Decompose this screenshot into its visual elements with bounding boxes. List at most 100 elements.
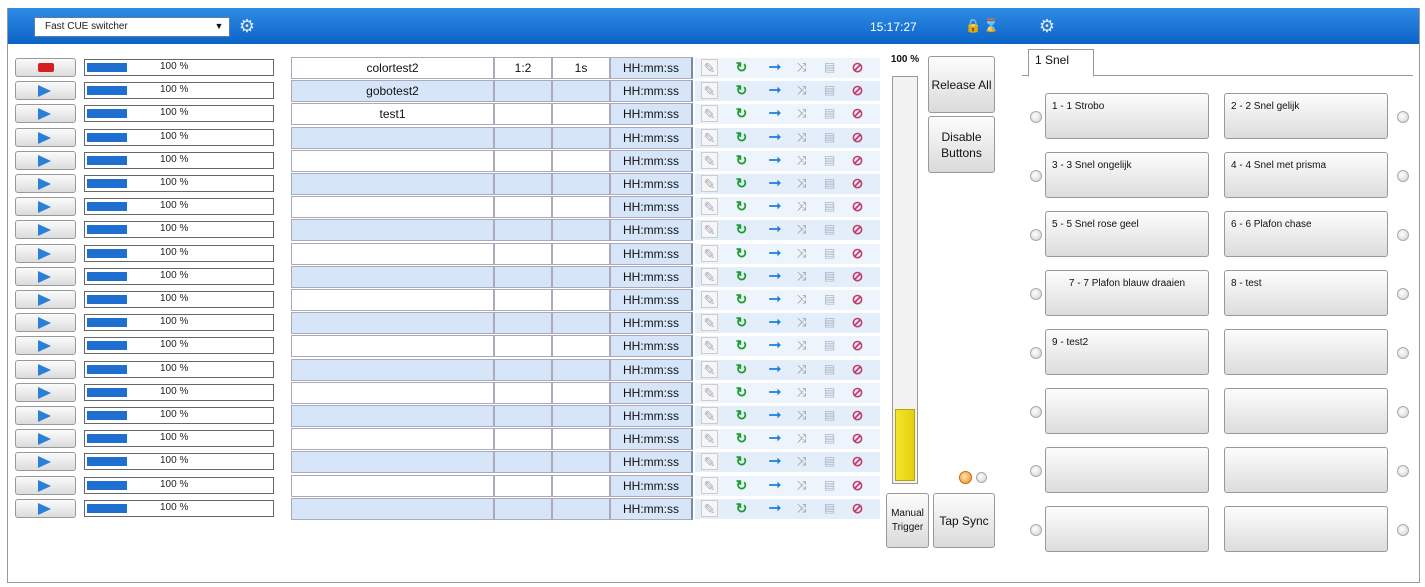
edit-note-icon[interactable]: ✎ <box>701 407 718 424</box>
shuffle-icon[interactable]: ⤨ <box>793 291 810 308</box>
cue-radio[interactable] <box>1030 347 1042 359</box>
document-icon[interactable]: ▤ <box>821 175 838 192</box>
document-icon[interactable]: ▤ <box>821 245 838 262</box>
cue-time-cell[interactable]: HH:mm:ss <box>610 149 693 172</box>
loop-icon[interactable]: ↻ <box>733 175 750 192</box>
play-button[interactable] <box>15 406 76 425</box>
cue-name-cell[interactable] <box>291 474 494 497</box>
cue-level-bar[interactable]: 100 % <box>84 430 274 448</box>
cue-radio[interactable] <box>1397 170 1409 182</box>
arrow-right-icon[interactable]: ➞ <box>759 361 791 378</box>
edit-note-icon[interactable]: ✎ <box>701 267 718 285</box>
cancel-icon[interactable]: ⊘ <box>849 361 866 378</box>
cue-ratio-cell[interactable] <box>494 474 552 497</box>
manual-trigger-button[interactable]: Manual Trigger <box>886 493 929 548</box>
document-icon[interactable]: ▤ <box>821 105 838 122</box>
cue-button[interactable] <box>1045 506 1209 552</box>
edit-note-icon[interactable]: ✎ <box>701 221 718 239</box>
document-icon[interactable]: ▤ <box>821 268 838 285</box>
cue-level-bar[interactable]: 100 % <box>84 453 274 471</box>
cue-button[interactable] <box>1224 388 1388 434</box>
cue-radio[interactable] <box>1397 406 1409 418</box>
shuffle-icon[interactable]: ⤨ <box>793 500 810 517</box>
cue-time-cell[interactable]: HH:mm:ss <box>610 428 693 451</box>
cue-time-cell[interactable]: HH:mm:ss <box>610 242 693 265</box>
arrow-right-icon[interactable]: ➞ <box>759 105 791 122</box>
cue-button[interactable]: 3 - 3 Snel ongelijk <box>1045 152 1209 198</box>
cue-level-bar[interactable]: 100 % <box>84 59 274 76</box>
play-button[interactable] <box>15 290 76 309</box>
cue-radio[interactable] <box>1030 524 1042 536</box>
shuffle-icon[interactable]: ⤨ <box>793 198 810 215</box>
cue-name-cell[interactable] <box>291 358 494 381</box>
play-button[interactable] <box>15 243 76 263</box>
cue-name-cell[interactable] <box>291 381 494 404</box>
cue-time-cell[interactable]: HH:mm:ss <box>610 219 693 242</box>
cue-time-cell[interactable]: HH:mm:ss <box>610 405 693 427</box>
edit-note-icon[interactable]: ✎ <box>701 82 718 100</box>
shuffle-icon[interactable]: ⤨ <box>793 314 810 331</box>
cue-time-cell[interactable]: HH:mm:ss <box>610 497 693 520</box>
play-button[interactable] <box>15 150 76 170</box>
tab-1-snel[interactable]: 1 Snel <box>1028 49 1094 77</box>
cue-fade-cell[interactable] <box>552 312 610 335</box>
cancel-icon[interactable]: ⊘ <box>849 291 866 308</box>
play-button[interactable] <box>15 127 76 147</box>
cue-fade-cell[interactable] <box>552 497 610 520</box>
play-button[interactable] <box>15 452 76 472</box>
play-button[interactable] <box>15 104 76 124</box>
shuffle-icon[interactable]: ⤨ <box>793 245 810 262</box>
cue-name-cell[interactable] <box>291 265 494 288</box>
edit-note-icon[interactable]: ✎ <box>701 453 718 471</box>
cue-radio[interactable] <box>1397 111 1409 123</box>
shuffle-icon[interactable]: ⤨ <box>793 59 810 76</box>
arrow-right-icon[interactable]: ➞ <box>759 268 791 285</box>
edit-note-icon[interactable]: ✎ <box>701 314 718 332</box>
edit-note-icon[interactable]: ✎ <box>701 476 718 494</box>
cue-radio[interactable] <box>1030 111 1042 123</box>
arrow-right-icon[interactable]: ➞ <box>759 500 791 517</box>
document-icon[interactable]: ▤ <box>821 477 838 494</box>
edit-note-icon[interactable]: ✎ <box>701 291 718 308</box>
cue-radio[interactable] <box>1030 288 1042 300</box>
cue-button[interactable]: 7 - 7 Plafon blauw draaien <box>1045 270 1209 316</box>
disable-buttons-button[interactable]: Disable Buttons <box>928 116 995 173</box>
edit-note-icon[interactable]: ✎ <box>701 151 718 169</box>
edit-note-icon[interactable]: ✎ <box>701 105 718 123</box>
document-icon[interactable]: ▤ <box>821 221 838 238</box>
cue-radio[interactable] <box>1397 229 1409 241</box>
arrow-right-icon[interactable]: ➞ <box>759 175 791 192</box>
cue-fade-cell[interactable] <box>552 265 610 288</box>
cue-level-bar[interactable]: 100 % <box>84 82 274 100</box>
cue-name-cell[interactable]: colortest2 <box>291 57 494 79</box>
play-button[interactable] <box>15 266 76 286</box>
cue-ratio-cell[interactable] <box>494 126 552 149</box>
master-fader[interactable]: 100 % <box>886 54 924 490</box>
cancel-icon[interactable]: ⊘ <box>849 384 866 401</box>
shuffle-icon[interactable]: ⤨ <box>793 82 810 99</box>
master-fader-track[interactable] <box>892 76 918 484</box>
release-all-button[interactable]: Release All <box>928 56 995 113</box>
loop-icon[interactable]: ↻ <box>733 245 750 262</box>
chevron-down-icon[interactable]: ▼ <box>212 21 226 33</box>
cue-level-bar[interactable]: 100 % <box>84 151 274 169</box>
cue-name-cell[interactable] <box>291 149 494 172</box>
cue-ratio-cell[interactable] <box>494 219 552 242</box>
shuffle-icon[interactable]: ⤨ <box>793 407 810 424</box>
cue-name-cell[interactable] <box>291 126 494 149</box>
cancel-icon[interactable]: ⊘ <box>849 245 866 262</box>
cue-radio[interactable] <box>1397 524 1409 536</box>
shuffle-icon[interactable]: ⤨ <box>793 105 810 122</box>
arrow-right-icon[interactable]: ➞ <box>759 221 791 238</box>
tap-sync-button[interactable]: Tap Sync <box>933 493 995 548</box>
cue-radio[interactable] <box>1397 288 1409 300</box>
loop-icon[interactable]: ↻ <box>733 129 750 146</box>
cue-time-cell[interactable]: HH:mm:ss <box>610 103 693 126</box>
shuffle-icon[interactable]: ⤨ <box>793 477 810 494</box>
arrow-right-icon[interactable]: ➞ <box>759 129 791 146</box>
shuffle-icon[interactable]: ⤨ <box>793 221 810 238</box>
cue-radio[interactable] <box>1030 465 1042 477</box>
cue-time-cell[interactable]: HH:mm:ss <box>610 381 693 404</box>
cue-level-bar[interactable]: 100 % <box>84 291 274 308</box>
cue-ratio-cell[interactable] <box>494 428 552 451</box>
